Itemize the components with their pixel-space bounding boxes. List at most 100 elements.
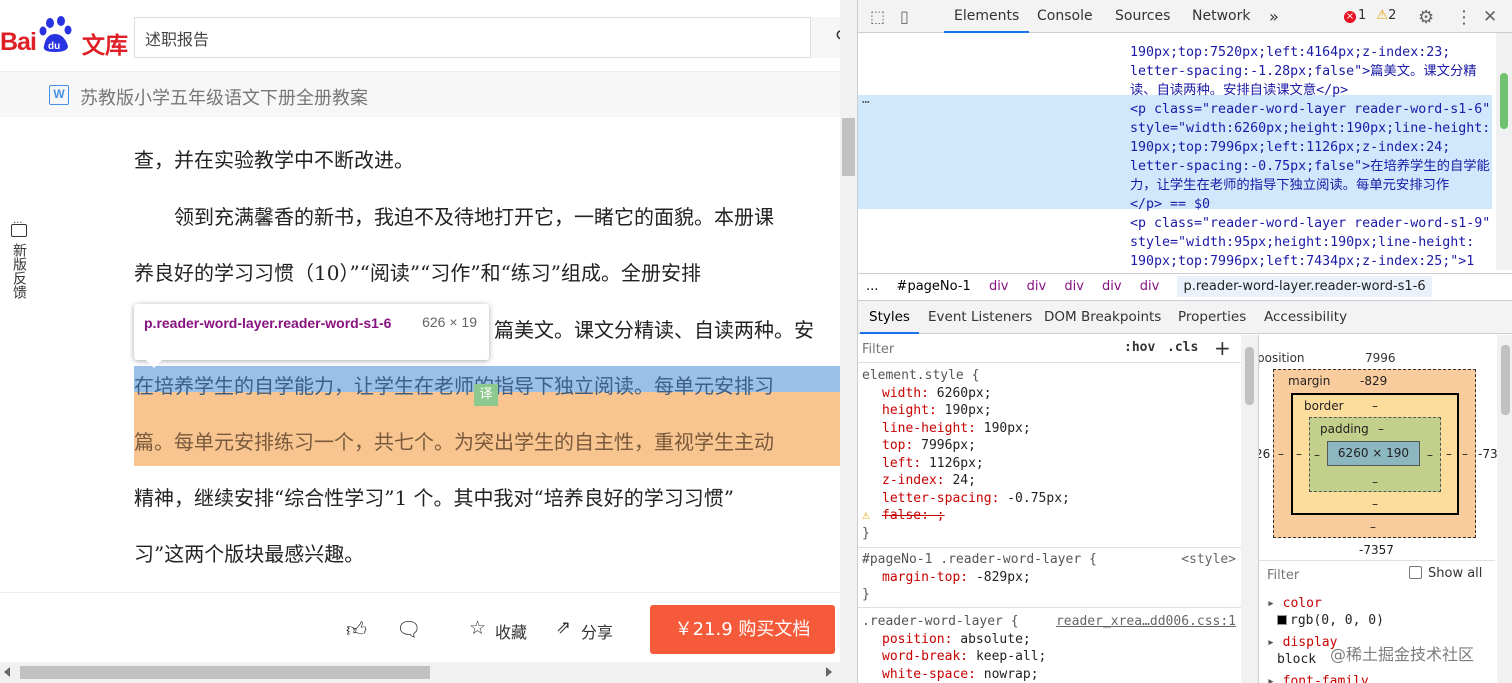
dom-scrollbar[interactable]: [1496, 33, 1512, 270]
tab-event-listeners[interactable]: Event Listeners: [928, 309, 1032, 325]
breadcrumb-item[interactable]: div: [1064, 279, 1084, 294]
more-tabs-icon[interactable]: »: [1269, 7, 1279, 26]
style-prop[interactable]: margin-top: -829px;: [862, 569, 1242, 587]
style-prop[interactable]: top: 7996px;: [862, 437, 1242, 455]
baidu-wenku-logo[interactable]: Bai du 文库: [0, 14, 130, 59]
computed-scrollbar[interactable]: [1497, 335, 1512, 683]
style-prop[interactable]: left: 1126px;: [862, 455, 1242, 473]
scrollbar-thumb[interactable]: [20, 666, 430, 679]
styles-scrollbar[interactable]: [1241, 335, 1258, 683]
close-icon[interactable]: ✕: [1483, 7, 1497, 27]
tab-dom-breakpoints[interactable]: DOM Breakpoints: [1044, 309, 1161, 325]
comment-icon[interactable]: 🗨︎: [396, 617, 421, 641]
feedback-button[interactable]: 新版反馈: [8, 218, 30, 299]
buy-document-button[interactable]: ￥21.9 购买文档: [650, 605, 835, 654]
issue-badges[interactable]: × 1 ⚠2: [1344, 8, 1396, 23]
breadcrumb-item[interactable]: div: [989, 279, 1009, 294]
padding-right-value: –: [1427, 448, 1433, 462]
tab-styles[interactable]: Styles: [860, 301, 919, 334]
translate-button[interactable]: 译: [474, 384, 498, 406]
settings-gear-icon[interactable]: ⚙: [1418, 7, 1434, 28]
device-toolbar-icon[interactable]: ▯: [900, 7, 909, 26]
tab-properties[interactable]: Properties: [1178, 309, 1246, 325]
box-position-left: 26: [1259, 447, 1271, 461]
styles-filter-input[interactable]: [862, 338, 1112, 360]
breadcrumb-item[interactable]: div: [1140, 279, 1160, 294]
warning-icon: ⚠: [862, 508, 870, 523]
element-style-rule[interactable]: element.style { width: 6260px; height: 1…: [862, 367, 1242, 542]
css-file-rule[interactable]: .reader-word-layer { reader_xrea…dd006.c…: [862, 613, 1242, 683]
scroll-left-arrow-icon[interactable]: [4, 667, 10, 677]
style-prop[interactable]: position: absolute;: [862, 631, 1242, 649]
star-icon[interactable]: ☆: [469, 617, 486, 639]
breadcrumb-more[interactable]: ...: [866, 279, 878, 294]
box-position-bottom: -7357: [1359, 543, 1394, 557]
margin-bottom-value: –: [1370, 520, 1376, 534]
breadcrumb-current[interactable]: p.reader-word-layer.reader-word-s1-6: [1177, 276, 1432, 297]
search-input[interactable]: [135, 18, 846, 57]
dom-line[interactable]: 力，让学生在老师的指导下独立阅读。每单元安排习作: [1130, 176, 1449, 195]
style-prop[interactable]: line-height: 190px;: [862, 420, 1242, 438]
inspect-element-icon[interactable]: ⬚: [870, 7, 885, 26]
computed-filter-input[interactable]: [1267, 565, 1397, 585]
search-box[interactable]: [134, 17, 846, 58]
devtools-panel: ⬚ ▯ Elements Console Sources Network » ×…: [857, 0, 1512, 683]
computed-filter-row: Show all: [1259, 560, 1495, 588]
hover-state-button[interactable]: :hov: [1124, 340, 1155, 355]
page-rule[interactable]: #pageNo-1 .reader-word-layer { <style> m…: [862, 551, 1242, 604]
dom-line[interactable]: <p class="reader-word-layer reader-word-…: [1130, 214, 1490, 233]
tab-accessibility[interactable]: Accessibility: [1264, 309, 1347, 325]
scrollbar-thumb[interactable]: [1500, 73, 1508, 129]
dom-tree[interactable]: ⋯ 190px;top:7520px;left:4164px;z-index:2…: [858, 33, 1496, 270]
doc-line: 养良好的学习习惯（10）”“阅读”“习作”和“练习”组成。全册安排: [134, 261, 702, 285]
invalid-style-prop[interactable]: ⚠ false: ;: [862, 507, 1242, 525]
color-swatch[interactable]: [1277, 615, 1287, 625]
dom-line[interactable]: 190px;top:7996px;left:7434px;z-index:25;…: [1130, 252, 1474, 270]
style-prop[interactable]: width: 6260px;: [862, 385, 1242, 403]
scrollbar-thumb[interactable]: [842, 118, 855, 176]
computed-prop[interactable]: ▸ font-family: [1267, 673, 1369, 683]
breadcrumb-item[interactable]: div: [1102, 279, 1122, 294]
stylesheet-link[interactable]: reader_xrea…dd006.css:1: [1056, 613, 1236, 631]
thumbs-up-icon[interactable]: 👍︎: [346, 617, 367, 642]
box-content-size[interactable]: 6260 × 190: [1327, 441, 1420, 466]
computed-prop[interactable]: ▸ display block: [1267, 634, 1337, 668]
feedback-label: 新版反馈: [11, 243, 27, 299]
margin-right-value: –: [1462, 447, 1468, 461]
page-horizontal-scrollbar[interactable]: [0, 662, 857, 683]
style-prop[interactable]: letter-spacing: -0.75px;: [862, 490, 1242, 508]
collect-button[interactable]: 收藏: [495, 619, 527, 643]
dom-line[interactable]: style="width:6260px;height:190px;line-he…: [1130, 119, 1490, 138]
style-prop[interactable]: z-index: 24;: [862, 472, 1242, 490]
dom-line[interactable]: <p class="reader-word-layer reader-word-…: [1130, 100, 1490, 119]
tab-network[interactable]: Network: [1192, 8, 1250, 24]
new-rule-button[interactable]: +: [1214, 336, 1231, 360]
scrollbar-thumb[interactable]: [1245, 347, 1254, 405]
dom-line[interactable]: letter-spacing:-0.75px;false">在培养学生的自学能: [1130, 157, 1490, 176]
class-toggle-button[interactable]: .cls: [1167, 340, 1198, 355]
doc-title: 苏教版小学五年级语文下册全册教案: [80, 88, 368, 109]
tab-sources[interactable]: Sources: [1115, 8, 1170, 24]
dom-line[interactable]: </p> == $0: [1130, 195, 1210, 214]
dom-line[interactable]: 190px;top:7996px;left:1126px;z-index:24;: [1130, 138, 1450, 157]
padding-bottom-value: –: [1372, 475, 1378, 489]
share-icon[interactable]: ⇗: [556, 617, 571, 638]
kebab-menu-icon[interactable]: ⋮: [1455, 7, 1473, 28]
share-button[interactable]: 分享: [581, 619, 613, 643]
breadcrumb-item[interactable]: #pageNo-1: [897, 279, 971, 294]
style-prop[interactable]: word-break: keep-all;: [862, 648, 1242, 666]
scrollbar-thumb[interactable]: [1501, 345, 1510, 415]
tab-elements[interactable]: Elements: [944, 0, 1030, 33]
show-all-checkbox[interactable]: Show all: [1409, 566, 1482, 581]
computed-prop[interactable]: ▸ color rgb(0, 0, 0): [1267, 595, 1384, 629]
padding-label: padding: [1320, 422, 1369, 436]
style-prop[interactable]: white-space: nowrap;: [862, 666, 1242, 683]
tab-console[interactable]: Console: [1037, 8, 1093, 24]
scroll-right-arrow-icon[interactable]: [826, 667, 832, 677]
dom-line[interactable]: style="width:95px;height:190px;line-heig…: [1130, 233, 1474, 252]
breadcrumb-item[interactable]: div: [1027, 279, 1047, 294]
style-prop[interactable]: height: 190px;: [862, 402, 1242, 420]
node-actions-icon[interactable]: ⋯: [862, 95, 870, 110]
page-vertical-scrollbar[interactable]: [840, 0, 857, 683]
box-position-top: 7996: [1365, 351, 1396, 365]
